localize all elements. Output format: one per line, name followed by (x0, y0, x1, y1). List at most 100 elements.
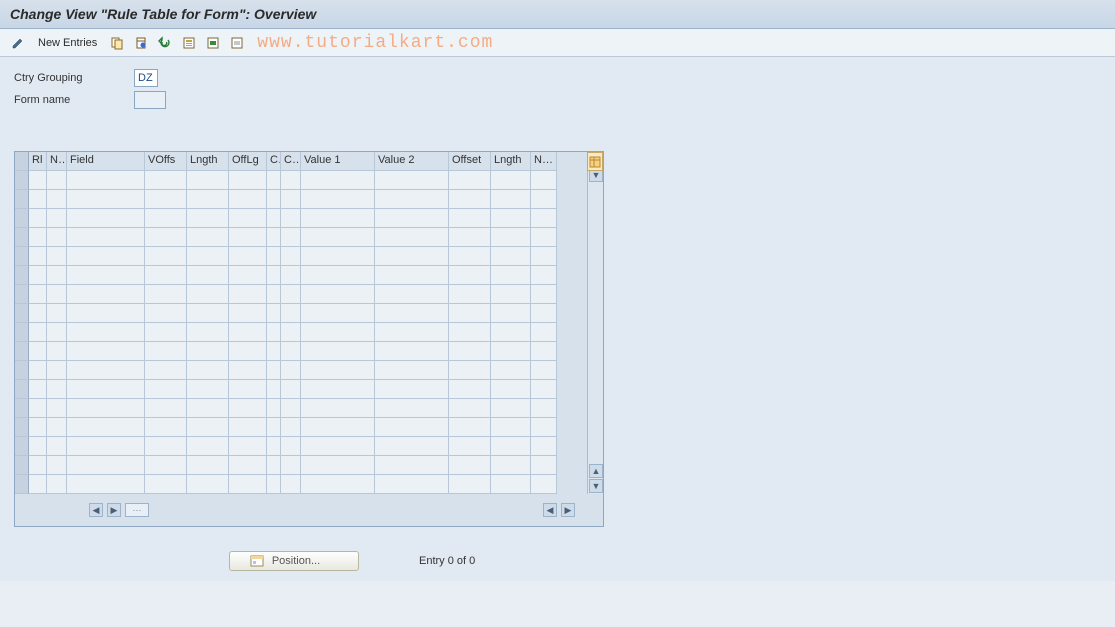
cell[interactable] (47, 361, 67, 380)
cell[interactable] (29, 228, 47, 247)
ctry-grouping-field[interactable]: DZ (134, 69, 158, 87)
cell[interactable] (531, 171, 557, 190)
cell[interactable] (301, 228, 375, 247)
cell[interactable] (531, 190, 557, 209)
cell[interactable] (229, 247, 267, 266)
cell[interactable] (449, 285, 491, 304)
cell[interactable] (47, 190, 67, 209)
cell[interactable] (229, 266, 267, 285)
row-selector[interactable] (15, 209, 29, 228)
cell[interactable] (281, 171, 301, 190)
toggle-display-change-icon[interactable] (8, 34, 28, 52)
cell[interactable] (267, 437, 281, 456)
cell[interactable] (281, 285, 301, 304)
row-selector[interactable] (15, 361, 29, 380)
cell[interactable] (281, 190, 301, 209)
cell[interactable] (267, 399, 281, 418)
hscroll-right-step-icon[interactable]: ▶ (107, 503, 121, 517)
cell[interactable] (491, 228, 531, 247)
cell[interactable] (531, 361, 557, 380)
cell[interactable] (267, 456, 281, 475)
cell[interactable] (449, 380, 491, 399)
cell[interactable] (301, 342, 375, 361)
cell[interactable] (187, 247, 229, 266)
cell[interactable] (267, 475, 281, 494)
cell[interactable] (491, 266, 531, 285)
cell[interactable] (267, 323, 281, 342)
cell[interactable] (29, 361, 47, 380)
cell[interactable] (301, 418, 375, 437)
cell[interactable] (281, 209, 301, 228)
cell[interactable] (375, 285, 449, 304)
cell[interactable] (491, 323, 531, 342)
cell[interactable] (531, 285, 557, 304)
cell[interactable] (267, 171, 281, 190)
cell[interactable] (67, 228, 145, 247)
cell[interactable] (47, 171, 67, 190)
cell[interactable] (281, 456, 301, 475)
row-selector[interactable] (15, 475, 29, 494)
cell[interactable] (47, 380, 67, 399)
cell[interactable] (67, 266, 145, 285)
cell[interactable] (531, 342, 557, 361)
cell[interactable] (375, 399, 449, 418)
cell[interactable] (449, 247, 491, 266)
cell[interactable] (491, 285, 531, 304)
cell[interactable] (449, 342, 491, 361)
cell[interactable] (67, 418, 145, 437)
cell[interactable] (449, 475, 491, 494)
cell[interactable] (267, 380, 281, 399)
cell[interactable] (281, 475, 301, 494)
cell[interactable] (187, 475, 229, 494)
cell[interactable] (145, 209, 187, 228)
scroll-up-step-icon[interactable]: ▲ (589, 464, 603, 478)
cell[interactable] (375, 437, 449, 456)
cell[interactable] (301, 304, 375, 323)
cell[interactable] (47, 285, 67, 304)
cell[interactable] (67, 475, 145, 494)
cell[interactable] (229, 475, 267, 494)
col-header-nev[interactable]: Nev (531, 152, 557, 171)
col-header-voffs[interactable]: VOffs (145, 152, 187, 171)
cell[interactable] (449, 361, 491, 380)
cell[interactable] (531, 380, 557, 399)
cell[interactable] (491, 475, 531, 494)
cell[interactable] (491, 247, 531, 266)
cell[interactable] (531, 247, 557, 266)
cell[interactable] (281, 399, 301, 418)
cell[interactable] (531, 475, 557, 494)
cell[interactable] (29, 380, 47, 399)
cell[interactable] (187, 209, 229, 228)
col-header-value2[interactable]: Value 2 (375, 152, 449, 171)
cell[interactable] (375, 304, 449, 323)
cell[interactable] (29, 456, 47, 475)
cell[interactable] (491, 380, 531, 399)
row-selector[interactable] (15, 399, 29, 418)
cell[interactable] (229, 437, 267, 456)
cell[interactable] (491, 437, 531, 456)
cell[interactable] (229, 456, 267, 475)
cell[interactable] (47, 266, 67, 285)
form-name-field[interactable] (134, 91, 166, 109)
row-selector[interactable] (15, 171, 29, 190)
cell[interactable] (67, 247, 145, 266)
cell[interactable] (47, 323, 67, 342)
cell[interactable] (145, 437, 187, 456)
col-header-field[interactable]: Field (67, 152, 145, 171)
cell[interactable] (375, 171, 449, 190)
cell[interactable] (375, 475, 449, 494)
cell[interactable] (531, 437, 557, 456)
cell[interactable] (267, 228, 281, 247)
cell[interactable] (375, 247, 449, 266)
cell[interactable] (531, 456, 557, 475)
cell[interactable] (145, 323, 187, 342)
cell[interactable] (281, 361, 301, 380)
cell[interactable] (229, 209, 267, 228)
cell[interactable] (375, 361, 449, 380)
cell[interactable] (531, 418, 557, 437)
cell[interactable] (301, 323, 375, 342)
cell[interactable] (187, 228, 229, 247)
cell[interactable] (29, 266, 47, 285)
cell[interactable] (449, 228, 491, 247)
cell[interactable] (375, 228, 449, 247)
